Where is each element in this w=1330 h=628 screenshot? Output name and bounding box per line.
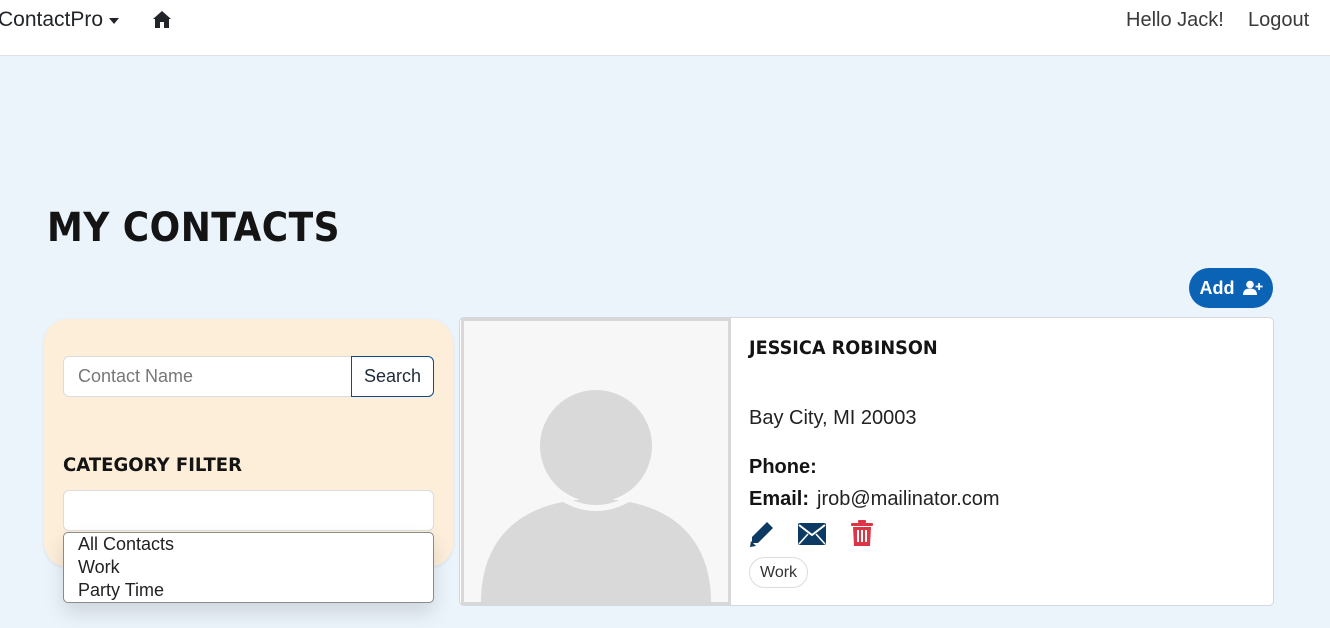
category-filter-heading: CATEGORY FILTER bbox=[63, 454, 242, 476]
home-icon[interactable] bbox=[152, 10, 172, 30]
contact-avatar bbox=[461, 318, 731, 605]
pencil-icon[interactable] bbox=[749, 520, 775, 548]
category-dropdown-list: All Contacts Work Party Time bbox=[63, 532, 434, 603]
search-button[interactable]: Search bbox=[351, 356, 434, 397]
phone-label: Phone: bbox=[749, 456, 817, 478]
caret-down-icon bbox=[109, 18, 120, 24]
top-navbar: ContactPro Hello Jack! Logout bbox=[0, 0, 1330, 56]
email-label: Email: bbox=[749, 488, 810, 510]
logout-link[interactable]: Logout bbox=[1248, 9, 1309, 32]
page-title: MY CONTACTS bbox=[47, 205, 341, 251]
contact-email[interactable]: jrob@mailinator.com bbox=[817, 488, 1000, 511]
default-avatar-icon bbox=[481, 381, 711, 602]
contact-search-input[interactable] bbox=[63, 356, 352, 397]
add-contact-button[interactable]: Add bbox=[1189, 268, 1273, 308]
contact-name: JESSICA ROBINSON bbox=[749, 337, 938, 359]
category-select[interactable] bbox=[63, 490, 434, 531]
category-option-all-contacts[interactable]: All Contacts bbox=[78, 533, 433, 556]
category-option-party-time[interactable]: Party Time bbox=[78, 579, 433, 602]
add-button-label: Add bbox=[1199, 277, 1235, 298]
brand-dropdown[interactable]: ContactPro bbox=[0, 8, 120, 32]
contact-address: Bay City, MI 20003 bbox=[749, 407, 917, 429]
category-option-work[interactable]: Work bbox=[78, 556, 433, 579]
user-greeting: Hello Jack! bbox=[1126, 9, 1224, 31]
category-badge: Work bbox=[749, 557, 809, 588]
brand-label: ContactPro bbox=[0, 8, 104, 31]
user-plus-icon bbox=[1242, 280, 1263, 295]
trash-icon[interactable] bbox=[851, 520, 873, 546]
envelope-icon[interactable] bbox=[798, 523, 826, 545]
